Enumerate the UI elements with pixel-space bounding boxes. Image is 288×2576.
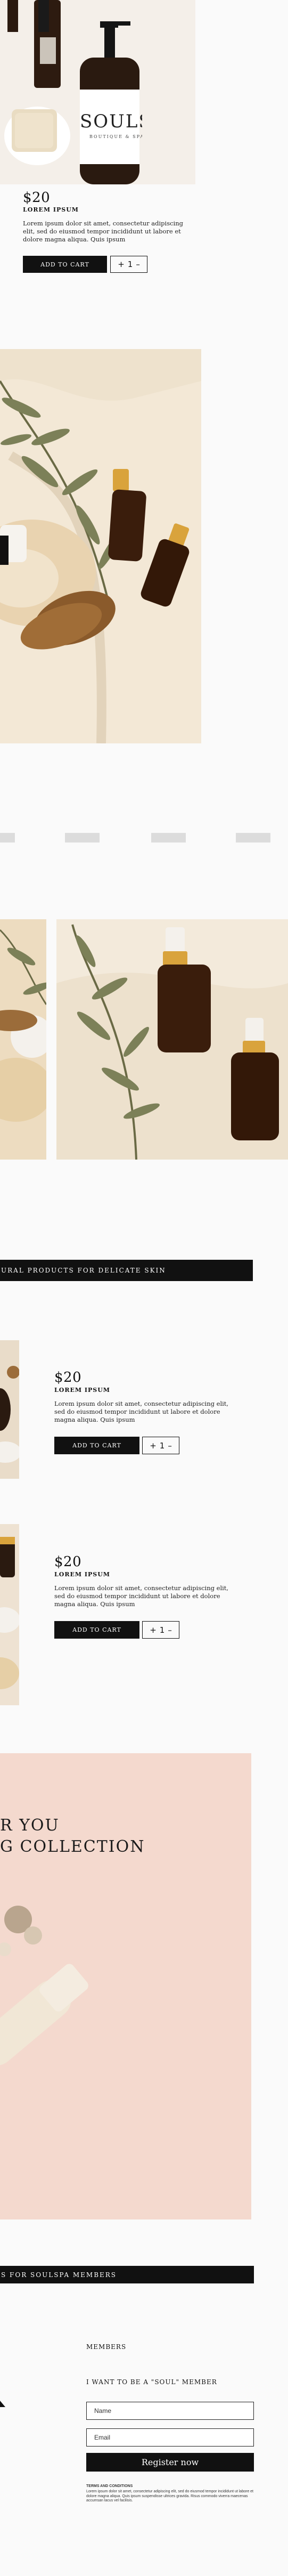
signup-subheading: I WANT TO BE A "SOUL" MEMBER (86, 2378, 217, 2386)
product-2-photo (0, 1340, 19, 1479)
collection-heading-line-1: R YOU (0, 1816, 60, 1835)
product-1-add-to-cart-button[interactable]: ADD TO CART (23, 256, 107, 273)
serum-hero-photo (0, 349, 201, 743)
product-2-description: Lorem ipsum dolor sit amet, consectetur … (54, 1400, 229, 1423)
product-3-name: LOREM IPSUM (54, 1571, 110, 1578)
product-1-name: LOREM IPSUM (23, 206, 79, 213)
carousel-indicator[interactable] (0, 833, 15, 843)
email-input[interactable]: Email (86, 2428, 254, 2447)
product-1-description: Lorem ipsum dolor sit amet, consectetur … (23, 220, 183, 243)
gallery-photo-right (56, 919, 288, 1160)
name-placeholder: Name (94, 2407, 112, 2415)
bottle-sub-label: BOUTIQUE & SPA (89, 134, 142, 139)
quantity-minus-button[interactable]: – (136, 260, 140, 269)
quantity-value: 1 (159, 1440, 165, 1451)
product-1-photo: SOULSE BOUTIQUE & SPA (0, 0, 195, 184)
product-3-photo (0, 1524, 19, 1705)
members-banner: S FOR SOULSPA MEMBERS (0, 2266, 254, 2283)
quantity-value: 1 (159, 1625, 165, 1635)
product-3-add-to-cart-button[interactable]: ADD TO CART (54, 1621, 139, 1639)
bottle-brand-label: SOULSE (80, 111, 142, 132)
name-input[interactable]: Name (86, 2402, 254, 2420)
terms-text: Lorem ipsum dolor sit amet, consectetur … (86, 2490, 253, 2502)
product-2-name: LOREM IPSUM (54, 1387, 110, 1394)
register-now-button[interactable]: Register now (86, 2453, 254, 2472)
gallery-photo-left (0, 919, 46, 1160)
product-3-price: $20 (54, 1554, 82, 1570)
carousel-indicator[interactable] (151, 833, 186, 843)
carousel-indicator[interactable] (65, 833, 100, 843)
quantity-minus-button[interactable]: – (168, 1625, 172, 1635)
terms-title: TERMS AND CONDITIONS (86, 2484, 133, 2488)
signup-heading: MEMBERS (86, 2343, 127, 2351)
product-2-quantity-stepper[interactable]: + 1 – (142, 1437, 179, 1454)
quantity-plus-button[interactable]: + (150, 1441, 157, 1451)
email-placeholder: Email (94, 2434, 111, 2441)
product-2-price: $20 (54, 1370, 82, 1386)
product-3-description: Lorem ipsum dolor sit amet, consectetur … (54, 1584, 229, 1608)
quantity-plus-button[interactable]: + (150, 1625, 157, 1635)
carousel-indicator[interactable] (236, 833, 270, 843)
product-1-price: $20 (23, 190, 51, 206)
product-1-quantity-stepper[interactable]: + 1 – (110, 256, 147, 273)
product-3-quantity-stepper[interactable]: + 1 – (142, 1621, 179, 1639)
signup-decor-arrow (0, 2399, 5, 2407)
quantity-plus-button[interactable]: + (118, 260, 125, 269)
tagline-banner: URAL PRODUCTS FOR DELICATE SKIN (0, 1260, 253, 1281)
quantity-minus-button[interactable]: – (168, 1441, 172, 1451)
soap-bottle-illustration (0, 0, 195, 184)
product-2-add-to-cart-button[interactable]: ADD TO CART (54, 1437, 139, 1454)
collection-heading-line-2: G COLLECTION (0, 1837, 145, 1856)
quantity-value: 1 (127, 260, 133, 269)
